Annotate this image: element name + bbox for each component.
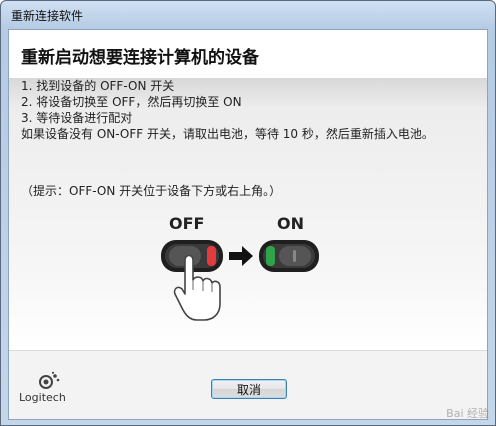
instructions-text: 1. 找到设备的 OFF-ON 开关 2. 将设备切换至 OFF，然后再切换至 …	[21, 78, 477, 142]
dialog-header: 重新启动想要连接计算机的设备	[9, 30, 487, 78]
dialog-window: 重新连接软件 重新启动想要连接计算机的设备 1. 找到设备的 OFF-ON 开关…	[0, 0, 496, 426]
step-1: 1. 找到设备的 OFF-ON 开关	[21, 79, 175, 93]
arrow-right-icon	[229, 246, 253, 266]
switch-graphic	[161, 240, 319, 321]
watermark: Bai 经验	[446, 407, 489, 420]
step-3: 3. 等待设备进行配对	[21, 111, 133, 125]
logitech-logo-icon	[39, 371, 60, 389]
dialog-client-area: 重新启动想要连接计算机的设备 1. 找到设备的 OFF-ON 开关 2. 将设备…	[8, 29, 488, 420]
page-title: 重新启动想要连接计算机的设备	[21, 48, 259, 68]
tip-text: （提示：OFF-ON 开关位于设备下方或右上角。）	[21, 184, 282, 198]
logitech-logo: Logitech	[19, 371, 75, 407]
title-bar[interactable]: 重新连接软件	[1, 1, 495, 29]
window-title: 重新连接软件	[11, 9, 84, 23]
no-switch-note: 如果设备没有 ON-OFF 开关，请取出电池，等待 10 秒，然后重新插入电池。	[21, 127, 434, 141]
step-2: 2. 将设备切换至 OFF，然后再切换至 ON	[21, 95, 242, 109]
switch-illustration: OFF ON	[149, 214, 349, 324]
cancel-button[interactable]: 取消	[211, 379, 287, 399]
dialog-footer: Logitech 取消	[9, 350, 487, 419]
logo-text: Logitech	[19, 391, 66, 404]
on-switch-icon	[259, 240, 319, 272]
